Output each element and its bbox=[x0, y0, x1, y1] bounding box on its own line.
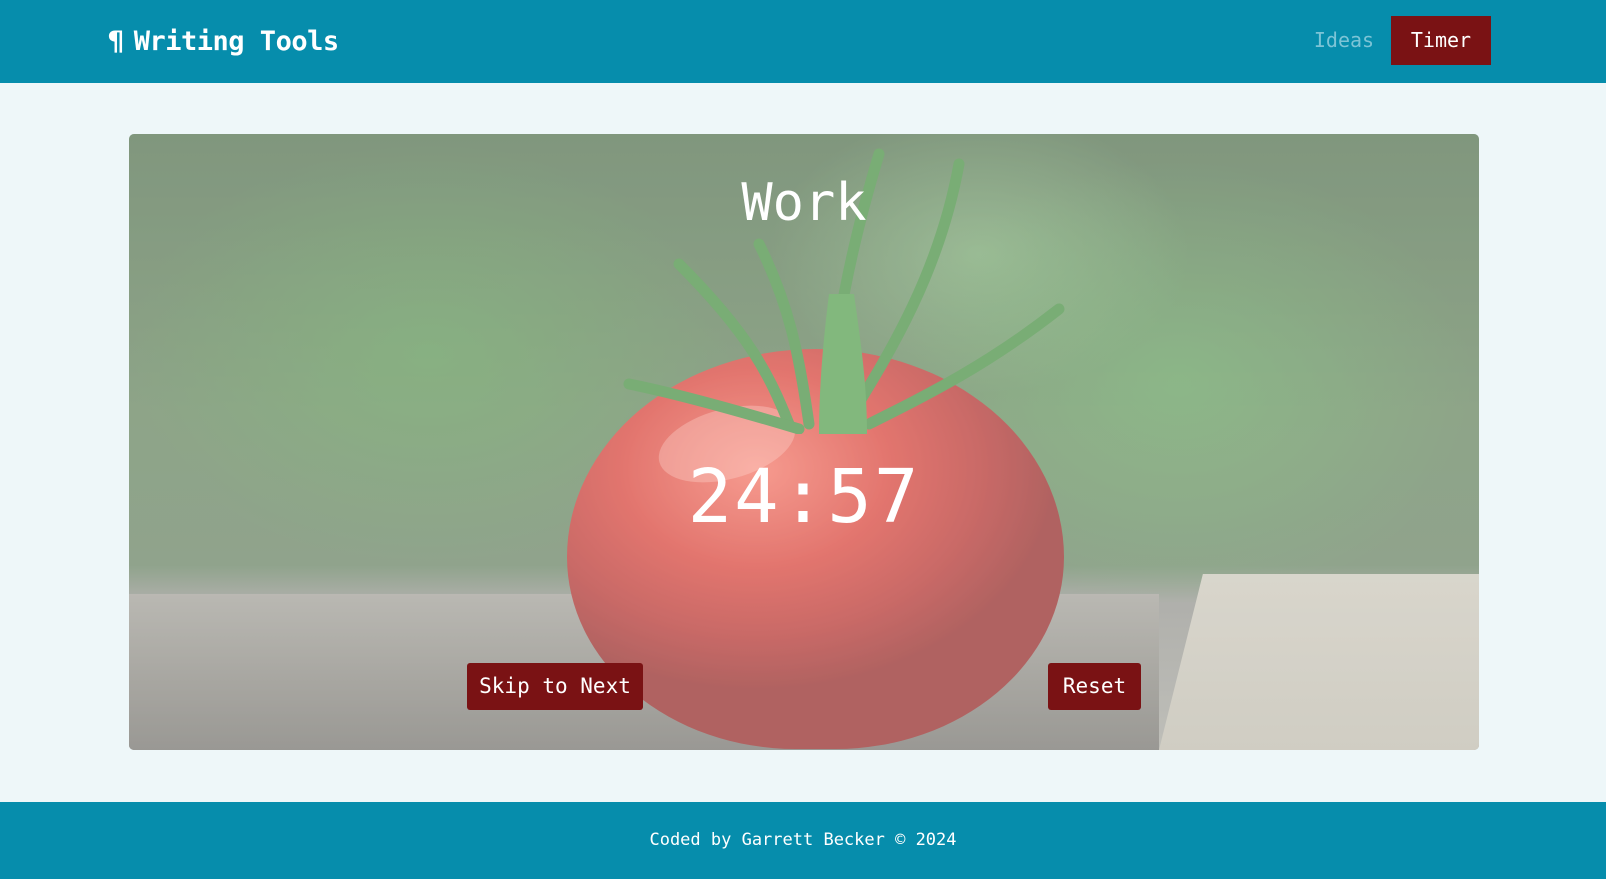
nav-link-timer[interactable]: Timer bbox=[1391, 16, 1491, 65]
timer-countdown: 24:57 bbox=[687, 454, 921, 540]
reset-button[interactable]: Reset bbox=[1048, 663, 1141, 710]
timer-card: Work 24:57 Skip to Next Reset bbox=[129, 134, 1479, 750]
brand-title: Writing Tools bbox=[133, 26, 339, 57]
footer-credit: Coded by Garrett Becker © 2024 bbox=[649, 830, 957, 850]
nav-link-ideas[interactable]: Ideas bbox=[1296, 16, 1392, 65]
top-navbar: ¶ Writing Tools Ideas Timer bbox=[0, 0, 1606, 83]
skip-to-next-button[interactable]: Skip to Next bbox=[467, 663, 643, 710]
pilcrow-icon: ¶ bbox=[108, 26, 124, 57]
timer-phase-label: Work bbox=[741, 173, 867, 233]
page-footer: Coded by Garrett Becker © 2024 bbox=[0, 802, 1606, 879]
brand-logo[interactable]: ¶ Writing Tools bbox=[108, 22, 339, 62]
